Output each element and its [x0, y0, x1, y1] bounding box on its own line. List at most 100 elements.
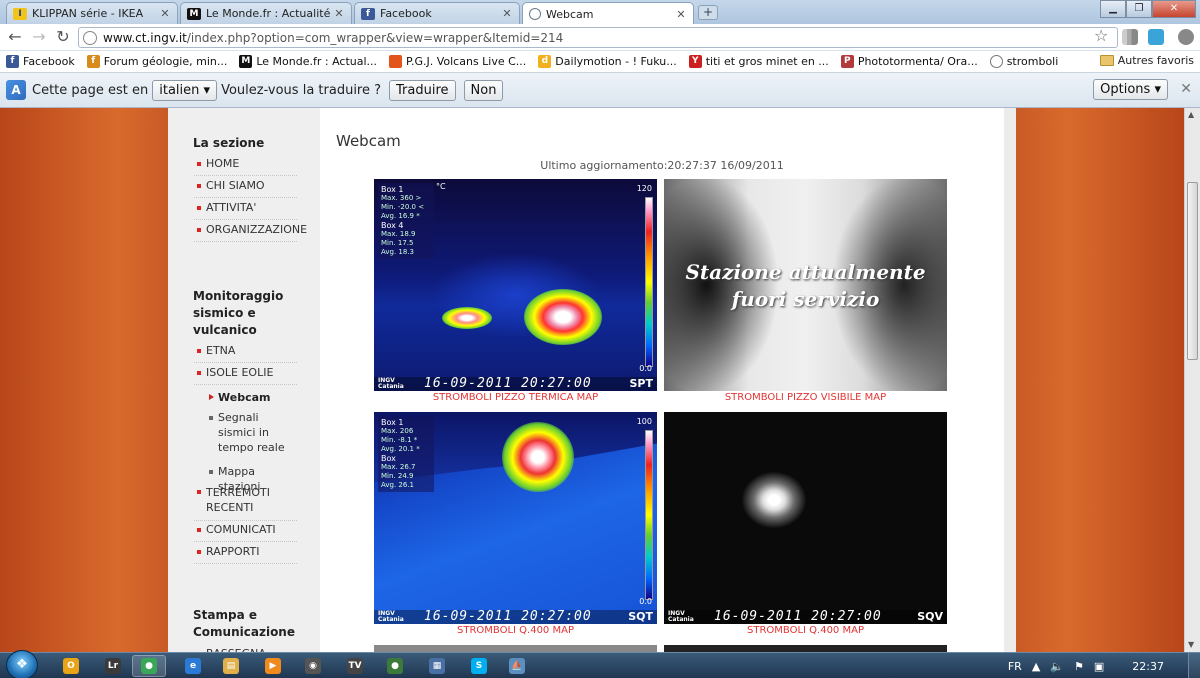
unit-label: °C — [436, 182, 446, 191]
pgj-icon — [389, 55, 403, 68]
options-button[interactable]: Options ▾ — [1093, 79, 1168, 100]
taskbar-app-ie[interactable]: e — [176, 655, 210, 677]
close-icon[interactable]: ✕ — [333, 7, 345, 20]
taskbar-app-chrome[interactable]: ● — [132, 655, 166, 677]
sidebar-item-terremoti[interactable]: TERREMOTI RECENTI — [194, 482, 297, 521]
close-icon[interactable]: ✕ — [501, 7, 513, 20]
sidebar-subitem-segnali[interactable]: Segnali sismici in tempo reale — [206, 407, 286, 458]
sidebar-item-attivita[interactable]: ATTIVITA' — [194, 198, 297, 220]
bookmark-facebook[interactable]: f Facebook — [6, 55, 75, 68]
tab-facebook[interactable]: f Facebook ✕ — [354, 2, 520, 24]
volume-icon[interactable]: 🔈 — [1050, 660, 1064, 673]
caption-pizzo-visibile[interactable]: STROMBOLI PIZZO VISIBILE MAP — [664, 392, 947, 403]
sidebar-subitem-webcam[interactable]: Webcam — [206, 387, 298, 408]
sidebar-item-chi-siamo[interactable]: CHI SIAMO — [194, 176, 297, 198]
taskbar-app-calculator[interactable]: ▦ — [420, 655, 454, 677]
maximize-button[interactable]: ❐ — [1126, 0, 1152, 18]
webcam-image-pizzo-visibile[interactable]: Stazione attualmente fuori servizio — [664, 179, 947, 391]
taskbar-app-cyberlink[interactable]: ◉ — [296, 655, 330, 677]
tab-label: Le Monde.fr : Actualité à la — [206, 7, 333, 20]
next-webcam-image[interactable] — [374, 645, 657, 652]
scroll-down-icon[interactable]: ▼ — [1188, 640, 1194, 649]
sidebar-item-rapporti[interactable]: RAPPORTI — [194, 542, 297, 564]
page-background-right — [1016, 108, 1184, 652]
page-title: Webcam — [336, 132, 401, 150]
web-page: La sezione HOME CHI SIAMO ATTIVITA' ORGA… — [0, 108, 1184, 652]
translate-question: Voulez-vous la traduire ? — [221, 82, 382, 98]
new-tab-button[interactable]: + — [698, 5, 718, 20]
address-bar[interactable]: www.ct.ingv.it/index.php?option=com_wrap… — [78, 27, 1118, 48]
skype-extension-icon[interactable] — [1148, 29, 1164, 45]
taskbar-app-lightroom[interactable]: Lr — [96, 655, 130, 677]
network-icon[interactable]: ▣ — [1094, 660, 1104, 673]
scrollbar-thumb[interactable] — [1187, 182, 1198, 360]
scroll-up-icon[interactable]: ▲ — [1188, 110, 1194, 119]
back-button[interactable]: ← — [4, 28, 26, 48]
next-webcam-image[interactable] — [664, 645, 947, 652]
signal-bars-icon[interactable] — [1122, 29, 1138, 45]
toolbar: ← → ↻ www.ct.ingv.it/index.php?option=co… — [0, 24, 1200, 51]
sidebar-item-rassegna[interactable]: RASSEGNA — [194, 644, 297, 652]
clock[interactable]: 22:37 — [1132, 660, 1164, 673]
language-indicator[interactable]: FR — [1008, 660, 1022, 673]
skype-icon: S — [471, 658, 487, 674]
bookmark-pgj[interactable]: P.G.J. Volcans Live C... — [389, 55, 526, 68]
vertical-scrollbar[interactable]: ▲ ▼ — [1184, 108, 1200, 652]
lemonde-icon: M — [239, 55, 253, 68]
tab-ikea[interactable]: I KLIPPAN série - IKEA ✕ — [6, 2, 178, 24]
caption-pizzo-termica[interactable]: STROMBOLI PIZZO TERMICA MAP — [374, 392, 657, 403]
close-window-button[interactable]: ✕ — [1152, 0, 1196, 18]
taskbar-app-boat[interactable]: ⛵ — [500, 655, 534, 677]
start-button[interactable]: ❖ — [6, 650, 38, 678]
other-bookmarks[interactable]: Autres favoris — [1099, 54, 1194, 67]
tab-lemonde[interactable]: M Le Monde.fr : Actualité à la ✕ — [180, 2, 352, 24]
webcam-image-pizzo-termica[interactable]: Box 1 Max. 360 > Min. -20.0 < Avg. 16.9 … — [374, 179, 657, 391]
sidebar-item-organizzazione[interactable]: ORGANIZZAZIONE — [194, 220, 307, 242]
no-button[interactable]: Non — [463, 79, 504, 101]
caption-q400-visibile[interactable]: STROMBOLI Q.400 MAP — [664, 625, 947, 636]
forum-icon: f — [86, 55, 100, 68]
hotspot-blob — [442, 307, 492, 329]
bookmark-phototormenta[interactable]: P Phototormenta/ Ora... — [840, 55, 978, 68]
sidebar-item-comunicati[interactable]: COMUNICATI — [194, 520, 297, 542]
scale-min: 0.0 — [639, 597, 652, 606]
sidebar-item-etna[interactable]: ETNA — [194, 341, 297, 363]
tab-label: Facebook — [380, 7, 432, 20]
webcam-image-q400-visibile[interactable]: INGV Catania 16-09-2011 20:27:00 SQV — [664, 412, 947, 624]
caption-q400-termica[interactable]: STROMBOLI Q.400 MAP — [374, 625, 657, 636]
bookmark-dailymotion[interactable]: d Dailymotion - ! Fuku... — [538, 55, 677, 68]
bookmark-stromboli[interactable]: stromboli — [989, 55, 1058, 68]
tray-arrow-icon[interactable]: ▲ — [1032, 660, 1040, 673]
sidebar: La sezione HOME CHI SIAMO ATTIVITA' ORGA… — [168, 108, 320, 652]
wrench-icon[interactable] — [1178, 29, 1194, 45]
language-select[interactable]: italien ▾ — [152, 79, 218, 101]
webcam-image-q400-termica[interactable]: Box 1 Max. 206 Min. -8.1 * Avg. 20.1 * B… — [374, 412, 657, 624]
tab-webcam[interactable]: Webcam ✕ — [522, 2, 694, 25]
reload-button[interactable]: ↻ — [52, 28, 74, 48]
taskbar-app-app-orb[interactable]: ● — [378, 655, 412, 677]
bookmark-lemonde[interactable]: M Le Monde.fr : Actual... — [239, 55, 377, 68]
bookmark-forum[interactable]: f Forum géologie, min... — [86, 55, 227, 68]
close-icon[interactable]: ✕ — [159, 7, 171, 20]
eruption-glow — [742, 472, 806, 528]
bookmark-star-icon[interactable]: ☆ — [1094, 26, 1108, 45]
sidebar-item-isole-eolie[interactable]: ISOLE EOLIE — [194, 363, 297, 385]
sidebar-item-home[interactable]: HOME — [194, 154, 297, 176]
flag-icon[interactable]: ⚑ — [1074, 660, 1084, 673]
taskbar-app-tv[interactable]: TV — [338, 655, 372, 677]
forward-button[interactable]: → — [28, 28, 50, 48]
outlook-icon: O — [63, 658, 79, 674]
color-scale — [645, 197, 653, 367]
minimize-button[interactable]: ▁ — [1100, 0, 1126, 18]
close-translate-icon[interactable]: ✕ — [1180, 81, 1192, 97]
close-icon[interactable]: ✕ — [675, 8, 687, 21]
taskbar-app-explorer[interactable]: ▤ — [214, 655, 248, 677]
show-desktop-button[interactable] — [1188, 653, 1200, 678]
translate-button[interactable]: Traduire — [389, 79, 456, 101]
taskbar-app-skype[interactable]: S — [462, 655, 496, 677]
bookmark-youtube[interactable]: Ytiti et gros minet en ... — [688, 55, 829, 68]
cyberlink-icon: ◉ — [305, 658, 321, 674]
globe-icon — [989, 55, 1003, 68]
taskbar-app-media-player[interactable]: ▶ — [256, 655, 290, 677]
taskbar-app-outlook[interactable]: O — [54, 655, 88, 677]
